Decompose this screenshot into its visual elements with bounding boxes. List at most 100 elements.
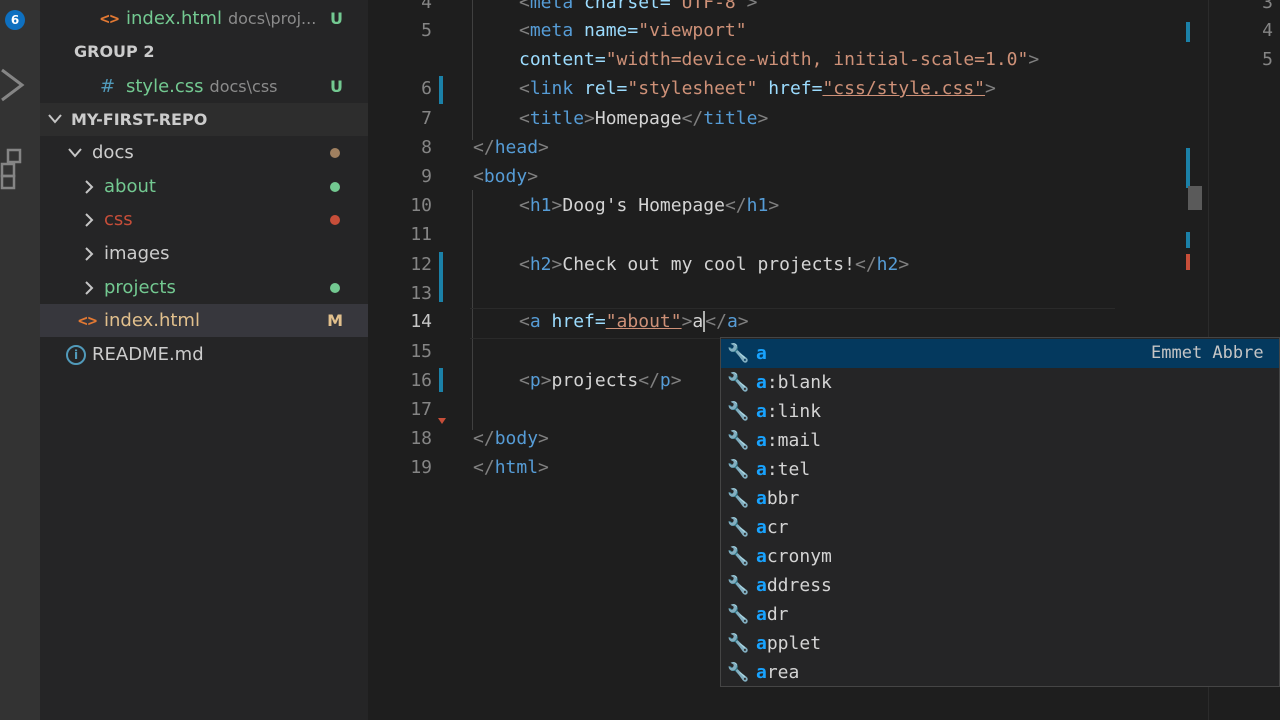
info-icon: i [66,345,86,365]
chevron-down-icon [68,148,82,158]
code-line-18: </body> [473,428,549,449]
line-number: 18 [410,428,432,449]
tree-folder-projects[interactable]: projects [40,271,368,304]
open-editor-index-html[interactable]: <> index.html docs\proj... U [40,2,368,35]
suggestion-item[interactable]: 🔧 a:mail [721,426,1279,455]
folder-label: images [104,243,170,264]
tree-folder-docs[interactable]: docs [40,136,368,169]
file-label: index.html [104,310,200,331]
code-line-10: <h1>Doog's Homepage</h1> [519,195,780,216]
line-number: 7 [421,108,432,129]
modified-dot [330,148,340,158]
code-line-9: <body> [473,166,539,187]
line-number: 4 [1262,20,1273,41]
tree-folder-css[interactable]: css [40,203,368,236]
line-number: 9 [421,166,432,187]
wrench-icon: 🔧 [727,430,750,451]
wrench-icon: 🔧 [727,343,750,364]
suggest-widget[interactable]: 🔧 a Emmet Abbre 🔧 a:blank 🔧 a:link 🔧 a:mail… [720,337,1280,687]
line-number: 4 [421,0,432,13]
overview-modified-marker [1186,148,1190,188]
line-number: 5 [421,20,432,41]
chevron-down-icon [48,114,62,124]
suggestion-item[interactable]: 🔧 area [721,658,1279,687]
wrench-icon: 🔧 [727,488,750,509]
gutter-modified-marker [439,252,443,302]
suggestion-item[interactable]: 🔧 abbr [721,484,1279,513]
css-file-icon: # [100,76,116,97]
line-number: 8 [421,137,432,158]
code-line-5-wrap: content="width=device-width, initial-sca… [519,49,1040,70]
line-number: 15 [410,341,432,362]
tree-file-readme[interactable]: i README.md [40,338,368,371]
folder-label: docs [92,142,134,163]
suggestion-item[interactable]: 🔧 adr [721,600,1279,629]
chevron-right-icon [85,281,94,295]
extensions-icon[interactable] [0,146,40,192]
code-line-6: <link rel="stylesheet" href="css/style.c… [519,78,996,99]
scrollbar-thumb[interactable] [1188,186,1202,210]
open-editor-filename: style.css [126,76,204,97]
repo-section-header[interactable]: MY-FIRST-REPO [40,103,368,136]
chevron-right-icon [85,247,94,261]
suggestion-item[interactable]: 🔧 a:link [721,397,1279,426]
code-line-16: <p>projects</p> [519,370,682,391]
suggestion-item[interactable]: 🔧 a:tel [721,455,1279,484]
open-editor-style-css[interactable]: # style.css docs\css U [40,70,368,103]
indent-guide [472,0,473,140]
suggestion-item[interactable]: 🔧 acr [721,513,1279,542]
code-line-14: <a href="about">a </a> [519,311,749,332]
code-line-7: <title>Homepage</title> [519,108,769,129]
line-number: 19 [410,457,432,478]
error-dot [330,215,340,225]
overview-modified-marker [1186,232,1190,248]
html-file-icon: <> [78,311,98,330]
suggestion-item[interactable]: 🔧 a:blank [721,368,1279,397]
wrench-icon: 🔧 [727,517,750,538]
code-line-12: <h2>Check out my cool projects!</h2> [519,254,910,275]
untracked-dot [330,182,340,192]
suggestion-item[interactable]: 🔧 acronym [721,542,1279,571]
overview-error-marker [1186,254,1190,270]
suggestion-item[interactable]: 🔧 address [721,571,1279,600]
explorer-sidebar: <> index.html docs\proj... U GROUP 2 # st… [40,0,368,720]
chevron-right-icon [85,213,94,227]
folder-label: css [104,209,133,230]
git-status-untracked: U [330,9,343,28]
source-control-badge[interactable]: 6 [5,10,25,30]
code-line-8: </head> [473,137,549,158]
wrench-icon: 🔧 [727,459,750,480]
run-debug-icon[interactable] [0,62,40,108]
gutter-deleted-marker [438,418,446,424]
tree-folder-images[interactable]: images [40,237,368,270]
chevron-right-icon [85,180,94,194]
line-number: 14 [410,311,432,332]
wrench-icon: 🔧 [727,604,750,625]
tree-file-index-html[interactable]: <> index.html M [40,304,368,337]
wrench-icon: 🔧 [727,575,750,596]
activity-bar: 6 [0,0,40,720]
line-number: 13 [410,283,432,304]
code-line-19: </html> [473,457,549,478]
line-number: 6 [421,78,432,99]
line-number: 3 [1262,0,1273,13]
code-line-4: <meta charset="UTF-8"> [519,0,758,13]
line-number: 5 [1262,49,1273,70]
git-status-modified: M [327,311,343,330]
folder-label: about [104,176,156,197]
html-file-icon: <> [100,9,120,28]
line-number: 10 [410,195,432,216]
overview-modified-marker [1186,22,1190,42]
open-editor-path: docs\proj... [227,9,317,28]
suggestion-item[interactable]: 🔧 applet [721,629,1279,658]
line-number: 16 [410,370,432,391]
suggestion-item[interactable]: 🔧 a Emmet Abbre [721,339,1279,368]
gutter-modified-marker [439,368,443,392]
wrench-icon: 🔧 [727,546,750,567]
git-status-untracked: U [330,77,343,96]
wrench-icon: 🔧 [727,633,750,654]
group-2-header: GROUP 2 [40,35,368,68]
suggestion-detail: Emmet Abbre [1151,343,1264,363]
tree-folder-about[interactable]: about [40,170,368,203]
wrench-icon: 🔧 [727,401,750,422]
